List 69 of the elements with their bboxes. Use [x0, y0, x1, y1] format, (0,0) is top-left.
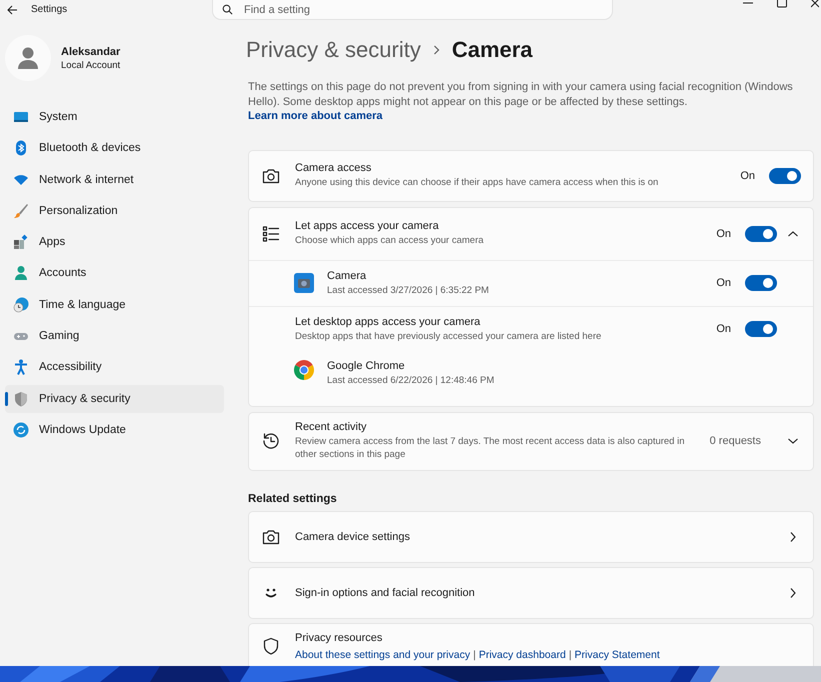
setting-title: Recent activity — [295, 421, 368, 433]
setting-title: Let desktop apps access your camera — [295, 316, 482, 328]
paintbrush-icon — [13, 202, 29, 219]
breadcrumb-link[interactable]: Privacy & security — [246, 37, 421, 63]
setting-title: Sign-in options and facial recognition — [295, 586, 476, 598]
privacy-link[interactable]: Privacy Statement — [574, 648, 660, 660]
setting-description: Desktop apps that have previously accessed your camera are listed here — [295, 330, 602, 342]
account-name: Aleksandar — [61, 46, 120, 58]
globe-clock-icon — [13, 296, 29, 313]
setting-title: Privacy resources — [295, 632, 384, 644]
toggle-state-label: On — [740, 170, 755, 182]
toggle-state-label: On — [716, 323, 731, 335]
person-icon — [13, 265, 29, 282]
sidebar-item[interactable]: Accounts — [5, 259, 224, 288]
shield-icon — [13, 390, 29, 407]
bluetooth-icon — [13, 140, 29, 156]
search-field[interactable]: Find a setting — [212, 0, 613, 20]
person-silhouette-icon — [16, 46, 40, 70]
setting-description: Last accessed 3/27/2026 | 6:35:22 PM — [327, 284, 490, 296]
setting-description: Review camera access from the last 7 days. The most recent access data is also captured in other sections in this page — [295, 435, 686, 461]
sidebar-item[interactable]: Time & language — [5, 290, 224, 319]
history-icon — [261, 431, 281, 451]
monitor-icon — [13, 109, 29, 125]
toggle-switch[interactable] — [745, 275, 777, 291]
account-type: Local Account — [61, 60, 120, 70]
link-separator: | — [568, 648, 572, 660]
link-separator: | — [473, 648, 476, 660]
toggle-switch[interactable] — [745, 226, 777, 242]
chevron-right-icon — [432, 45, 440, 55]
app-name: Camera — [327, 270, 368, 282]
setting-description: Choose which apps can access your camera — [295, 234, 485, 247]
toggle-switch[interactable] — [745, 321, 777, 337]
page-title: Camera — [452, 37, 533, 63]
privacy-link[interactable]: Privacy dashboard — [478, 648, 566, 660]
sidebar-item[interactable]: Apps — [5, 228, 224, 256]
list-icon — [261, 224, 281, 244]
privacy-link[interactable]: About these settings and your privacy — [295, 648, 470, 660]
sidebar-item[interactable]: Gaming — [5, 322, 224, 350]
shield-icon — [261, 636, 281, 656]
toggle-state-label: On — [716, 277, 731, 289]
sidebar-item[interactable]: Windows Update — [5, 416, 224, 444]
sidebar-item[interactable]: System — [5, 103, 224, 131]
search-icon — [222, 4, 233, 15]
sidebar-item[interactable]: Privacy & security — [5, 384, 224, 413]
setting-title: Let apps access your camera — [295, 220, 440, 232]
sidebar-item[interactable]: Bluetooth & devices — [5, 134, 224, 162]
chrome-icon — [294, 360, 314, 380]
setting-title: Camera access — [295, 162, 372, 174]
setting-title: Camera device settings — [295, 530, 411, 542]
setting-description: Anyone using this device can choose if their apps have camera access when this is on — [295, 176, 660, 189]
sidebar-item[interactable]: Network & internet — [5, 166, 224, 194]
app-name: Google Chrome — [327, 360, 406, 372]
maximize-icon[interactable] — [777, 0, 787, 8]
sidebar-item[interactable]: Accessibility — [5, 353, 224, 382]
sidebar-item[interactable]: Personalization — [5, 196, 224, 225]
setting-description: Last accessed 6/22/2026 | 12:48:46 PM — [327, 374, 496, 386]
close-icon[interactable] — [811, 0, 819, 8]
toggle-state-label: On — [716, 228, 731, 240]
toggle-switch[interactable] — [769, 168, 801, 184]
apps-icon — [13, 234, 29, 250]
page-description: The settings on this page do not prevent you from signing in with your camera using facial recognition (Windows Hello). Some desktop apps might not appear on this page or be affected by these settings. Learn more about camera — [248, 80, 794, 124]
section-heading: Related settings — [248, 492, 338, 504]
window-title: Settings — [31, 4, 68, 15]
accessibility-icon — [13, 359, 29, 376]
request-count: 0 requests — [710, 435, 761, 447]
back-icon[interactable] — [6, 4, 18, 16]
camera-app-icon — [294, 273, 314, 293]
learn-more-link[interactable]: Learn more about camera — [248, 110, 382, 122]
refresh-icon — [13, 422, 29, 438]
